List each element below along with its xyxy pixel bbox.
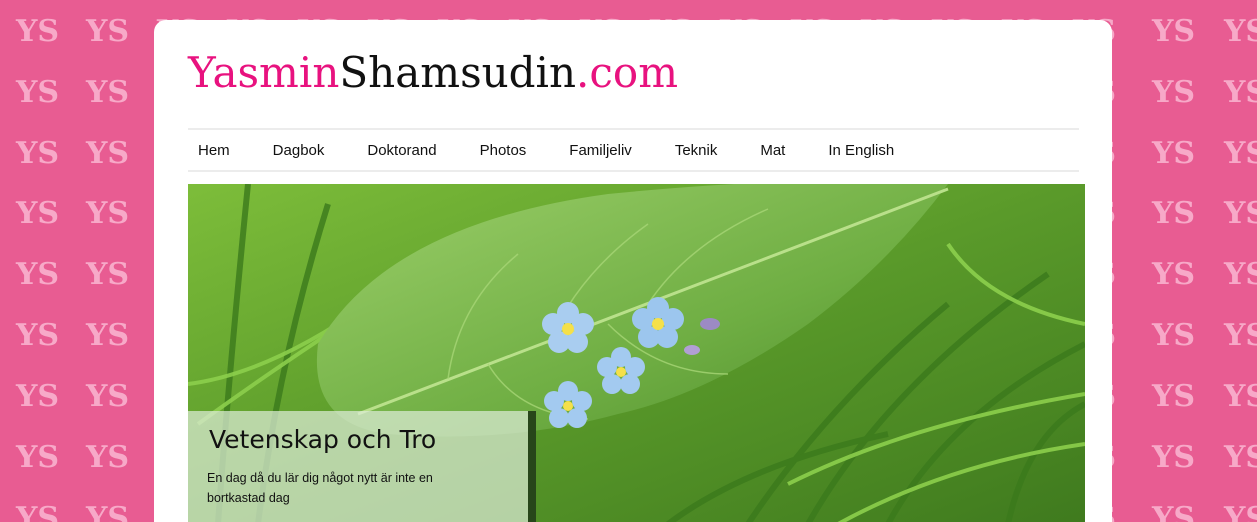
- background-ys-mark: YS: [16, 14, 60, 49]
- background-ys-mark: YS: [16, 75, 60, 110]
- hero-caption[interactable]: Vetenskap och Tro En dag då du lär dig n…: [188, 411, 536, 522]
- background-ys-mark: YS: [1224, 440, 1257, 475]
- hero-text: En dag då du lär dig något nytt är inte …: [207, 471, 433, 505]
- background-ys-mark: YS: [1152, 196, 1196, 231]
- background-ys-mark: YS: [16, 136, 60, 171]
- background-ys-mark: YS: [16, 257, 60, 292]
- background-ys-mark: YS: [1224, 501, 1257, 522]
- logo-part-yasmin: Yasmin: [188, 48, 340, 97]
- background-ys-mark: YS: [86, 136, 130, 171]
- nav-item-in-english[interactable]: In English: [828, 142, 894, 159]
- background-ys-mark: YS: [16, 196, 60, 231]
- background-ys-mark: YS: [16, 440, 60, 475]
- background-ys-mark: YS: [1152, 501, 1196, 522]
- background-ys-mark: YS: [86, 440, 130, 475]
- background-ys-mark: YS: [1224, 196, 1257, 231]
- logo-part-shamsudin: Shamsudin: [339, 48, 577, 97]
- background-ys-mark: YS: [1152, 136, 1196, 171]
- background-ys-mark: YS: [86, 14, 130, 49]
- logo-part-domain: .com: [576, 48, 679, 97]
- background-ys-mark: YS: [86, 501, 130, 522]
- background-ys-mark: YS: [1224, 136, 1257, 171]
- background-ys-mark: YS: [1152, 75, 1196, 110]
- background-ys-mark: YS: [1152, 257, 1196, 292]
- hero-slider[interactable]: Vetenskap och Tro En dag då du lär dig n…: [188, 184, 1085, 522]
- background-ys-mark: YS: [1152, 318, 1196, 353]
- nav-item-doktorand[interactable]: Doktorand: [367, 142, 436, 159]
- nav-item-photos[interactable]: Photos: [480, 142, 527, 159]
- background-ys-mark: YS: [16, 318, 60, 353]
- background-ys-mark: YS: [1224, 379, 1257, 414]
- background-ys-mark: YS: [16, 501, 60, 522]
- background-ys-mark: YS: [86, 318, 130, 353]
- background-ys-mark: YS: [86, 75, 130, 110]
- nav-item-mat[interactable]: Mat: [760, 142, 785, 159]
- hero-title[interactable]: Vetenskap och Tro: [209, 425, 436, 454]
- background-ys-mark: YS: [86, 379, 130, 414]
- background-ys-mark: YS: [1224, 257, 1257, 292]
- main-panel: YasminShamsudin.com Hem Dagbok Doktorand…: [154, 20, 1112, 522]
- background-ys-mark: YS: [1224, 14, 1257, 49]
- background-ys-mark: YS: [1152, 379, 1196, 414]
- nav-item-familjeliv[interactable]: Familjeliv: [569, 142, 632, 159]
- nav-item-dagbok[interactable]: Dagbok: [273, 142, 325, 159]
- background-ys-mark: YS: [86, 257, 130, 292]
- background-ys-mark: YS: [1152, 14, 1196, 49]
- background-ys-mark: YS: [86, 196, 130, 231]
- nav-item-teknik[interactable]: Teknik: [675, 142, 718, 159]
- background-ys-mark: YS: [1152, 440, 1196, 475]
- site-logo[interactable]: YasminShamsudin.com: [188, 52, 678, 94]
- background-ys-mark: YS: [1224, 75, 1257, 110]
- background-ys-mark: YS: [1224, 318, 1257, 353]
- background-ys-mark: YS: [16, 379, 60, 414]
- nav-item-hem[interactable]: Hem: [198, 142, 230, 159]
- main-nav: Hem Dagbok Doktorand Photos Familjeliv T…: [188, 128, 1079, 172]
